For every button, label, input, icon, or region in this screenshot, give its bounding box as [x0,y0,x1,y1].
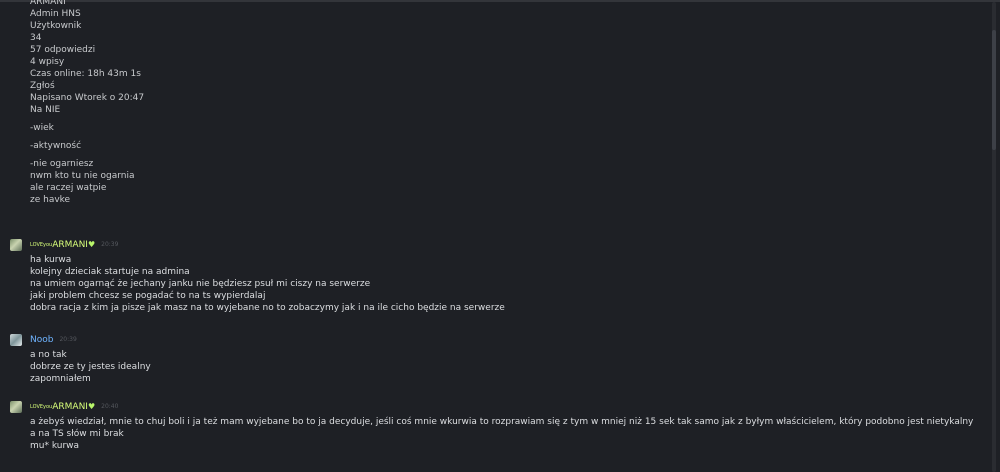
message-header: LOVEyouARMANI♥ 20:39 [10,238,990,252]
quote-line: ze havke [30,195,71,205]
chat-message: LOVEyouARMANI♥ 20:40 a żebyś wiedział, mn… [10,400,990,452]
message-header: Noob 20:39 [10,333,990,347]
message-line: mu* kurwa [30,441,80,451]
quote-report-link[interactable]: Zgłoś [30,80,630,92]
quote-author[interactable]: ARMANI [30,0,630,8]
message-line: jaki problem chcesz se pogadać to na ts … [30,291,266,301]
quote-line: Na NIE [30,105,61,115]
message-line: kolejny dzieciak startuje na admina [30,267,190,277]
message-author[interactable]: Noob 20:39 [30,333,77,347]
message-time: 20:40 [101,403,119,410]
quote-replies: 57 odpowiedzi [30,45,96,55]
author-name: Noob [30,335,54,345]
heart-icon: ♥ [87,402,96,411]
message-line: dobra racja z kim ja pisze jak masz na t… [30,303,505,313]
quote-line: -wiek [30,123,54,133]
quote-count: 34 [30,33,42,43]
heart-icon: ♥ [87,240,96,249]
message-body: ha kurwa kolejny dzieciak startuje na ad… [30,254,990,314]
chat-message: LOVEyouARMANI♥ 20:39 ha kurwa kolejny dzi… [10,238,990,314]
message-line: dobrze ze ty jestes idealny [30,362,151,372]
quote-line: -aktywność [30,141,82,151]
quote-line: -nie ogarniesz [30,159,94,169]
author-prefix: LOVEyou [30,404,53,410]
message-author[interactable]: LOVEyouARMANI♥ 20:39 [30,238,118,252]
message-header: LOVEyouARMANI♥ 20:40 [10,400,990,414]
quote-role: Admin HNS [30,9,81,19]
quote-line: ale raczej watpie [30,183,107,193]
scrollbar-thumb[interactable] [992,30,996,150]
avatar[interactable] [10,401,22,413]
quote-line: nwm kto tu nie ogarnia [30,171,135,181]
message-body: a żebyś wiedział, mnie to chuj boli i ja… [30,416,980,452]
author-name: ARMANI [52,240,88,250]
quoted-post: ARMANI Admin HNS Użytkownik 34 57 odpowi… [30,0,630,206]
avatar[interactable] [10,239,22,251]
quote-group: Użytkownik [30,21,82,31]
message-line: a żebyś wiedział, mnie to chuj boli i ja… [30,417,974,439]
quote-posts: 4 wpisy [30,57,65,67]
message-author[interactable]: LOVEyouARMANI♥ 20:40 [30,400,118,414]
quote-posted-date: Napisano Wtorek o 20:47 [30,93,145,103]
chat-message: Noob 20:39 a no tak dobrze ze ty jestes i… [10,333,990,385]
author-name: ARMANI [52,402,88,412]
message-line: a no tak [30,350,67,360]
message-line: zapomniałem [30,374,91,384]
avatar[interactable] [10,334,22,346]
quote-online-time: Czas online: 18h 43m 1s [30,69,141,79]
message-line: ha kurwa [30,255,72,265]
message-time: 20:39 [101,241,119,248]
message-body: a no tak dobrze ze ty jestes idealny zap… [30,349,990,385]
message-time: 20:39 [59,336,77,343]
message-line: na umiem ogarnąć że jechany janku nie bę… [30,279,371,289]
author-prefix: LOVEyou [30,242,53,248]
